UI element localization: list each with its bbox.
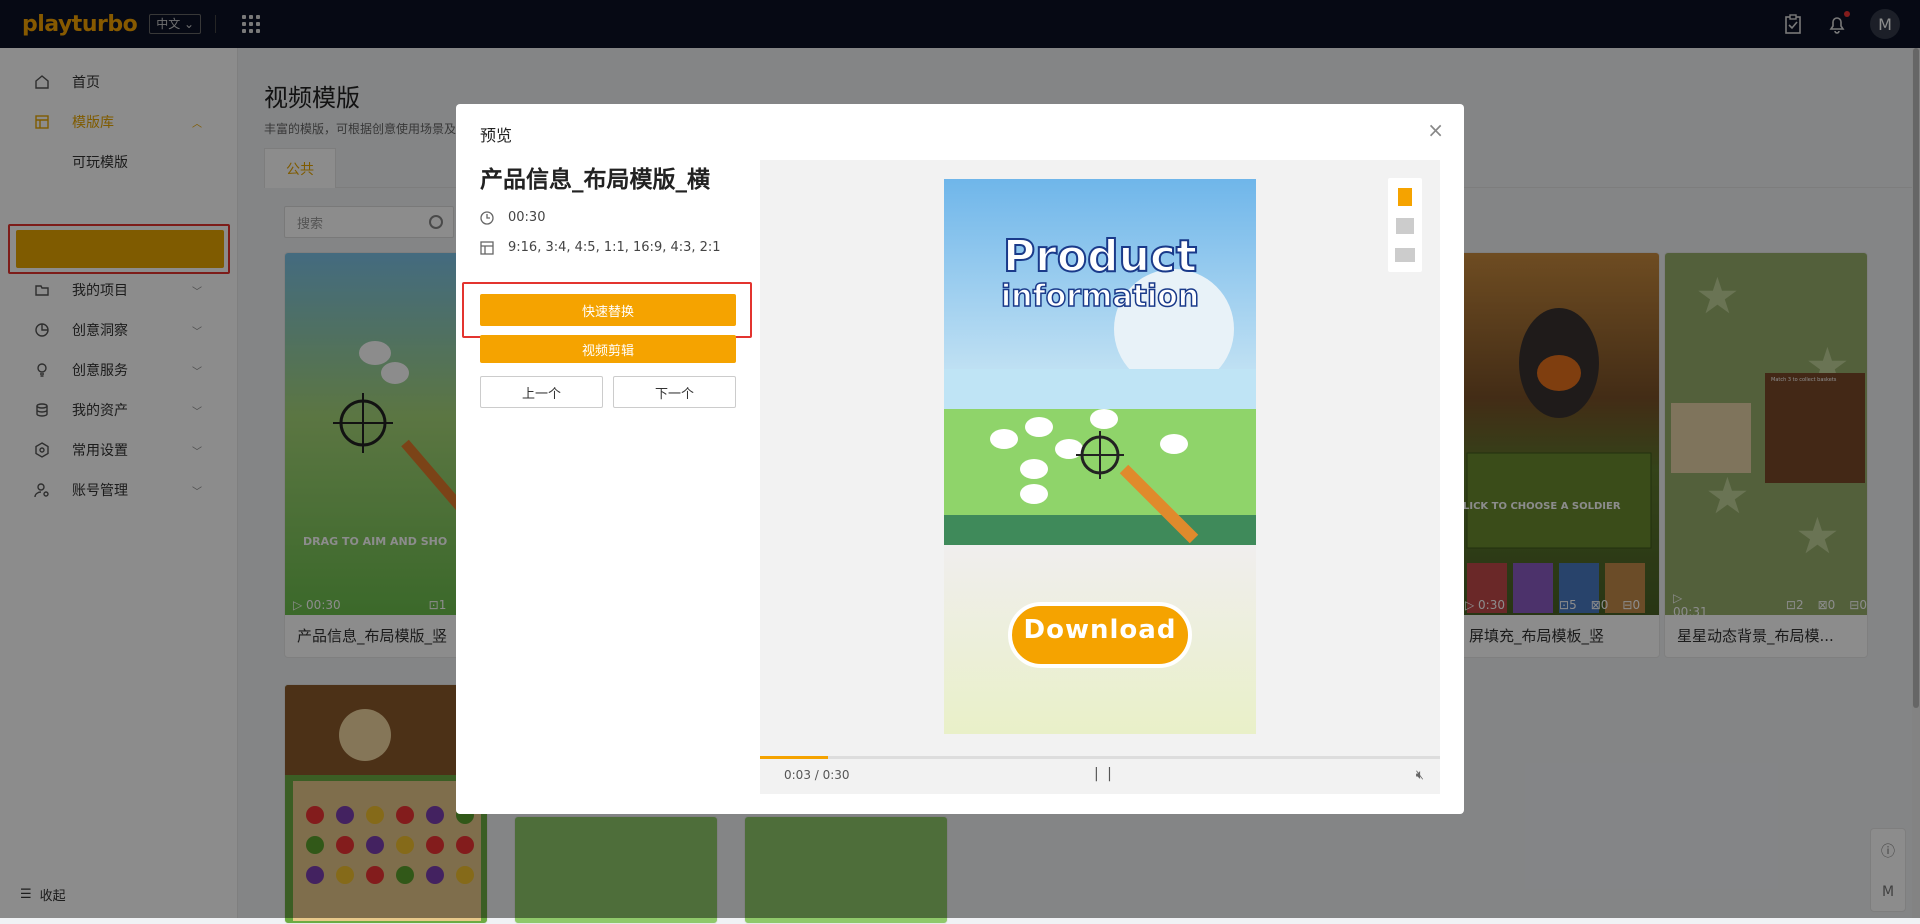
ratio-landscape-icon[interactable]	[1395, 248, 1415, 262]
layout-icon	[480, 240, 494, 255]
close-icon[interactable]: ×	[1427, 118, 1444, 142]
time-display: 0:03 / 0:30	[784, 768, 850, 782]
duration-value: 00:30	[508, 210, 546, 225]
progress-fill	[760, 756, 828, 759]
prev-button[interactable]: 上一个	[480, 376, 603, 408]
ratio-square-icon[interactable]	[1396, 218, 1414, 234]
modal-title: 预览	[480, 126, 513, 145]
progress-bar[interactable]	[760, 756, 1440, 759]
clock-icon	[480, 210, 494, 225]
ratio-portrait-icon[interactable]	[1398, 188, 1412, 206]
ratio-row: 9:16, 3:4, 4:5, 1:1, 16:9, 4:3, 2:1	[480, 240, 721, 255]
information-text: information	[1000, 279, 1200, 314]
video-player[interactable]: Product information Download 0:03 / 0:30…	[760, 160, 1440, 794]
download-text: Download	[1023, 615, 1177, 645]
template-name: 产品信息_布局模版_横	[480, 167, 710, 193]
product-text: Product	[1002, 231, 1198, 282]
ratios-value: 9:16, 3:4, 4:5, 1:1, 16:9, 4:3, 2:1	[508, 240, 721, 255]
mute-icon[interactable]: 🔇︎	[1416, 768, 1424, 783]
pause-icon[interactable]: | |	[1094, 766, 1114, 782]
next-button[interactable]: 下一个	[613, 376, 736, 408]
highlight-box	[462, 282, 752, 338]
duration-row: 00:30	[480, 210, 545, 225]
video-frame: Product information Download	[944, 179, 1256, 734]
ratio-switcher	[1388, 178, 1422, 272]
preview-modal: 预览 × 产品信息_布局模版_横 00:30 9:16, 3:4, 4:5, 1…	[456, 104, 1464, 814]
video-edit-button[interactable]: 视频剪辑	[480, 335, 736, 363]
